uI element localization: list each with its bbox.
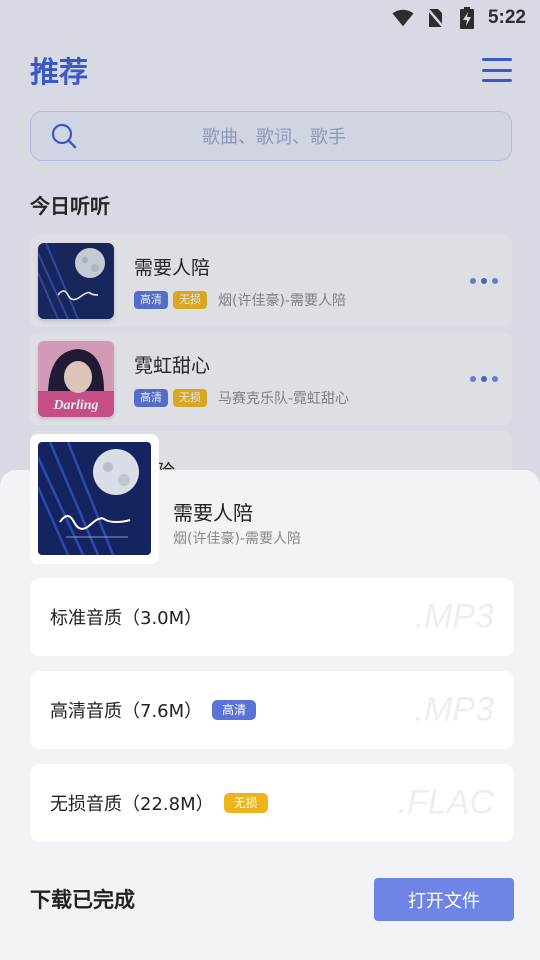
open-file-button[interactable]: 打开文件 (374, 878, 514, 921)
quality-format: .FLAC (397, 783, 494, 822)
lossless-badge: 无损 (223, 793, 268, 813)
quality-option-standard[interactable]: 标准音质（3.0M） .MP3 (30, 578, 514, 656)
quality-format: .MP3 (414, 597, 494, 636)
hd-badge: 高清 (212, 700, 257, 720)
quality-label: 高清音质（7.6M） (50, 701, 203, 722)
quality-label: 无损音质（22.8M） (50, 794, 214, 815)
sheet-album-cover (30, 434, 159, 564)
download-status: 下载已完成 (30, 888, 135, 912)
quality-option-lossless[interactable]: 无损音质（22.8M） 无损 .FLAC (30, 764, 514, 842)
sheet-song-title: 需要人陪 (173, 501, 253, 525)
quality-format: .MP3 (414, 690, 494, 729)
quality-option-hd[interactable]: 高清音质（7.6M） 高清 .MP3 (30, 671, 514, 749)
quality-label: 标准音质（3.0M） (50, 608, 203, 629)
sheet-song-subtitle: 烟(许佳豪)-需要人陪 (173, 531, 301, 547)
